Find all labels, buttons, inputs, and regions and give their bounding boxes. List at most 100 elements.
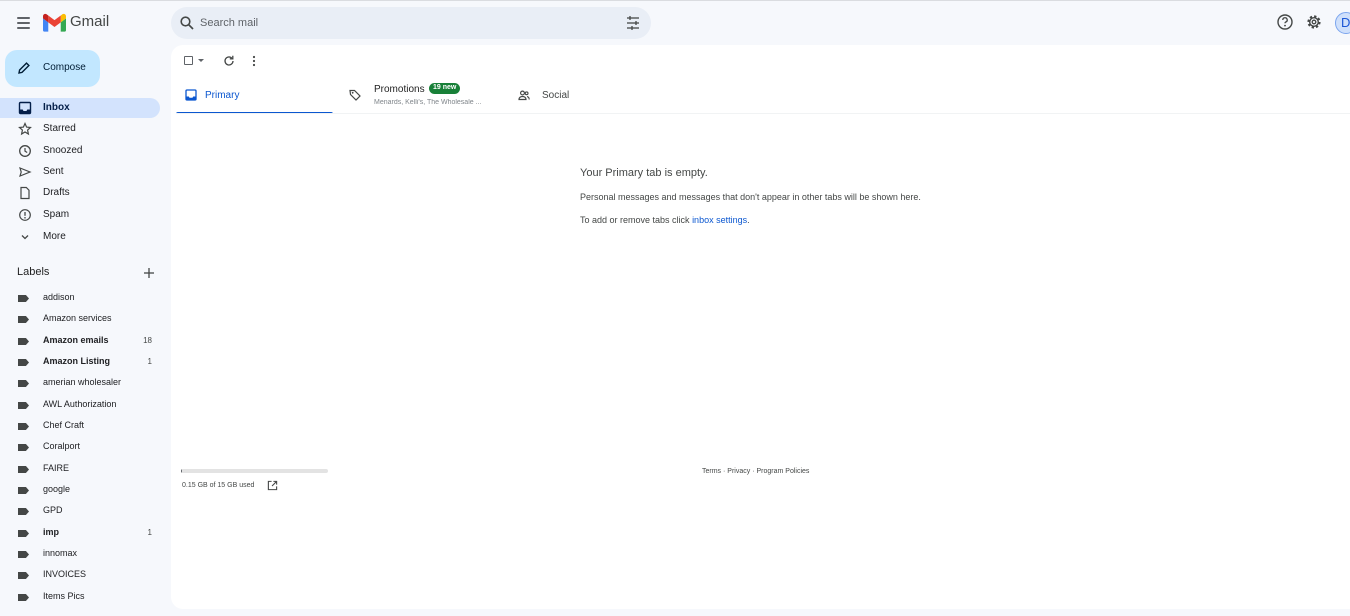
refresh-icon[interactable] <box>222 54 236 68</box>
label-name: Coralport <box>43 441 81 451</box>
select-all-checkbox[interactable] <box>184 56 193 65</box>
hint-prefix: To add or remove tabs click <box>580 215 693 225</box>
nav-label: Starred <box>43 123 76 134</box>
more-vert-icon[interactable] <box>247 54 261 68</box>
nav-label: Inbox <box>43 102 70 113</box>
label-item[interactable]: Items Pics <box>0 587 160 607</box>
tab-label: Promotions <box>374 84 425 95</box>
label-name: google <box>43 484 71 494</box>
label-item[interactable]: GPD <box>0 501 160 521</box>
label-item[interactable]: Amazon services <box>0 309 160 329</box>
label-count: 1 <box>147 357 152 366</box>
label-tag-icon <box>18 359 29 366</box>
label-item[interactable]: INVOICES <box>0 565 160 585</box>
add-label-icon[interactable] <box>142 266 156 280</box>
inbox-tab-icon <box>185 89 197 101</box>
new-count-badge: 19 new <box>429 83 461 94</box>
tab-primary[interactable]: Primary <box>176 79 333 114</box>
label-name: Amazon services <box>43 313 112 323</box>
label-item[interactable]: Amazon Listing 1 <box>0 352 160 372</box>
nav-label: Drafts <box>43 187 70 198</box>
label-name: INVOICES <box>43 569 87 579</box>
label-name: Amazon emails <box>43 335 109 345</box>
nav-label: Snoozed <box>43 145 83 156</box>
top-border <box>0 0 1350 1</box>
label-tag-icon <box>18 295 29 302</box>
label-item[interactable]: Amazon emails 18 <box>0 331 160 351</box>
label-tag-icon <box>18 402 29 409</box>
hamburger-icon-bar <box>17 27 30 29</box>
nav-item-starred[interactable]: Starred <box>0 119 160 139</box>
label-name: addison <box>43 292 75 302</box>
send-icon <box>19 166 32 178</box>
tabs-divider <box>176 113 1350 114</box>
program-policies-link[interactable]: Program Policies <box>756 468 809 475</box>
label-name: FAIRE <box>43 463 70 473</box>
label-tag-icon <box>18 466 29 473</box>
terms-link[interactable]: Terms <box>702 468 721 475</box>
label-name: innomax <box>43 548 78 558</box>
nav-item-drafts[interactable]: Drafts <box>0 183 160 203</box>
privacy-link[interactable]: Privacy <box>727 468 750 475</box>
search-bar[interactable] <box>171 7 651 39</box>
clock-icon <box>19 145 31 157</box>
label-tag-icon <box>18 594 29 601</box>
inbox-icon <box>18 101 32 115</box>
label-count: 1 <box>147 528 152 537</box>
label-name: Chef Craft <box>43 420 85 430</box>
nav-item-sent[interactable]: Sent <box>0 162 160 182</box>
nav-item-spam[interactable]: Spam <box>0 205 160 225</box>
tab-label: Social <box>542 90 570 101</box>
label-item[interactable]: Coralport <box>0 437 160 457</box>
label-name: AWL Authorization <box>43 399 117 409</box>
label-tag-icon <box>18 316 29 323</box>
tab-label: Primary <box>205 90 240 101</box>
select-options-caret-icon[interactable] <box>198 59 204 62</box>
storage-progress-bar <box>181 469 328 473</box>
label-tag-icon <box>18 338 29 345</box>
label-item[interactable]: Chef Craft <box>0 416 160 436</box>
compose-button[interactable]: Compose <box>5 50 100 87</box>
label-item[interactable]: FAIRE <box>0 459 160 479</box>
search-options-icon[interactable] <box>625 15 641 31</box>
main-panel: Primary Promotions 19 new Menards, Kelli… <box>171 45 1350 609</box>
tab-promotions[interactable]: Promotions 19 new Menards, Kelli's, The … <box>343 79 503 114</box>
help-icon[interactable] <box>1276 13 1294 31</box>
open-in-new-icon[interactable] <box>267 480 278 491</box>
nav-label: More <box>43 231 66 242</box>
label-tag-icon <box>18 444 29 451</box>
nav-item-more[interactable]: More <box>0 227 160 247</box>
label-tag-icon <box>18 423 29 430</box>
labels-heading: Labels <box>17 266 50 278</box>
nav-item-snoozed[interactable]: Snoozed <box>0 141 160 161</box>
label-name: GPD <box>43 505 63 515</box>
label-item[interactable]: innomax <box>0 544 160 564</box>
account-avatar[interactable]: D <box>1335 12 1350 34</box>
empty-state-hint: To add or remove tabs click inbox settin… <box>580 215 750 225</box>
search-icon[interactable] <box>179 15 195 31</box>
people-icon <box>518 90 530 101</box>
inbox-settings-link[interactable]: inbox settings <box>692 215 747 225</box>
pencil-icon <box>18 62 30 74</box>
search-input[interactable] <box>200 13 600 33</box>
label-tag-icon <box>18 551 29 558</box>
draft-icon <box>20 186 30 200</box>
main-menu-button[interactable] <box>13 12 35 34</box>
settings-gear-icon[interactable] <box>1305 13 1323 31</box>
empty-state-title: Your Primary tab is empty. <box>580 167 708 179</box>
gmail-logo[interactable] <box>43 13 66 33</box>
gmail-wordmark: Gmail <box>70 13 110 30</box>
label-item[interactable]: addison <box>0 288 160 308</box>
label-item[interactable]: google <box>0 480 160 500</box>
empty-state-description: Personal messages and messages that don'… <box>580 192 921 202</box>
nav-item-inbox[interactable]: Inbox <box>0 98 160 118</box>
label-count: 18 <box>143 336 152 345</box>
nav-label: Spam <box>43 209 70 220</box>
label-tag-icon <box>18 380 29 387</box>
nav-label: Sent <box>43 166 64 177</box>
label-item[interactable]: amerian wholesaler <box>0 373 160 393</box>
hamburger-icon-bar <box>17 22 30 24</box>
tab-social[interactable]: Social <box>513 79 613 114</box>
label-item[interactable]: imp 1 <box>0 523 160 543</box>
label-item[interactable]: AWL Authorization <box>0 395 160 415</box>
